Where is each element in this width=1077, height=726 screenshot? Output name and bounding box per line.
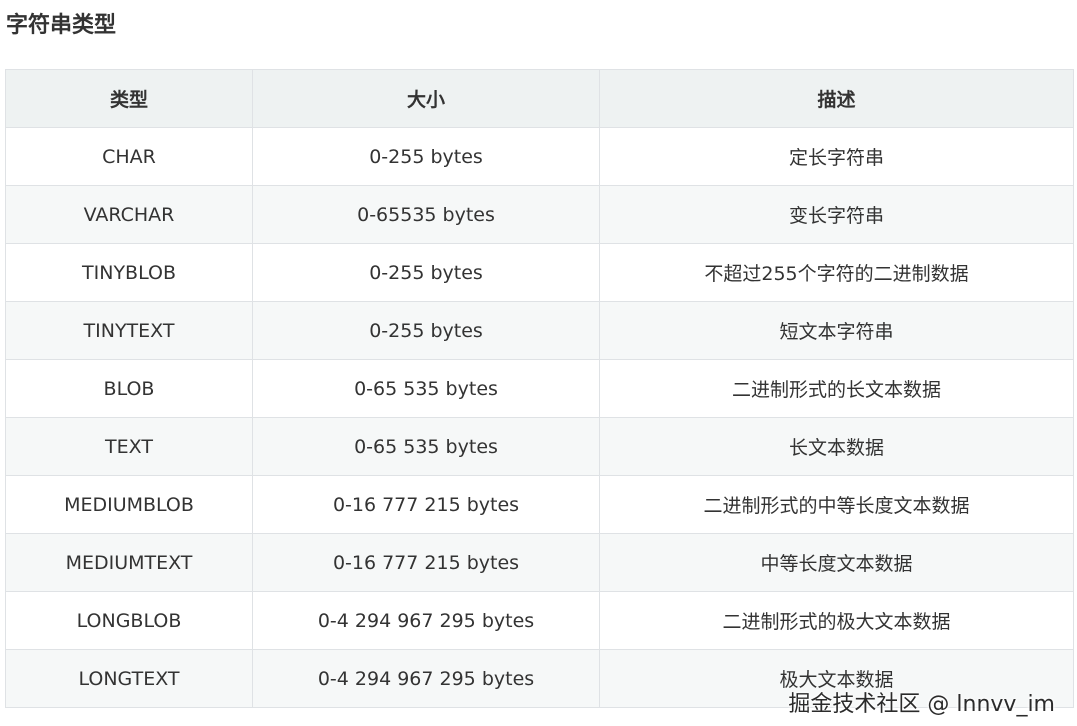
cell-type: MEDIUMTEXT xyxy=(5,533,253,592)
cell-type: TINYTEXT xyxy=(5,301,253,360)
section-title: 字符串类型 xyxy=(6,13,117,38)
cell-description: 变长字符串 xyxy=(599,185,1074,244)
cell-size: 0-255 bytes xyxy=(252,301,600,360)
cell-type: TINYBLOB xyxy=(5,243,253,302)
cell-type: BLOB xyxy=(5,359,253,418)
cell-size: 0-16 777 215 bytes xyxy=(252,533,600,592)
string-types-table: 类型 大小 描述 CHAR 0-255 bytes 定长字符串 VARCHAR … xyxy=(5,69,1074,708)
table-row: TINYBLOB 0-255 bytes 不超过255个字符的二进制数据 xyxy=(5,243,1074,302)
cell-size: 0-4 294 967 295 bytes xyxy=(252,649,600,708)
cell-type: LONGBLOB xyxy=(5,591,253,650)
cell-description: 长文本数据 xyxy=(599,417,1074,476)
cell-description: 不超过255个字符的二进制数据 xyxy=(599,243,1074,302)
cell-description: 极大文本数据 xyxy=(599,649,1074,708)
cell-size: 0-255 bytes xyxy=(252,243,600,302)
cell-size: 0-16 777 215 bytes xyxy=(252,475,600,534)
cell-size: 0-4 294 967 295 bytes xyxy=(252,591,600,650)
table-row: BLOB 0-65 535 bytes 二进制形式的长文本数据 xyxy=(5,359,1074,418)
header-description: 描述 xyxy=(599,69,1074,128)
header-type: 类型 xyxy=(5,69,253,128)
table-header-row: 类型 大小 描述 xyxy=(5,69,1074,128)
cell-description: 中等长度文本数据 xyxy=(599,533,1074,592)
cell-size: 0-255 bytes xyxy=(252,127,600,186)
cell-type: LONGTEXT xyxy=(5,649,253,708)
cell-description: 短文本字符串 xyxy=(599,301,1074,360)
cell-description: 定长字符串 xyxy=(599,127,1074,186)
table-row: TEXT 0-65 535 bytes 长文本数据 xyxy=(5,417,1074,476)
table-row: TINYTEXT 0-255 bytes 短文本字符串 xyxy=(5,301,1074,360)
cell-description: 二进制形式的中等长度文本数据 xyxy=(599,475,1074,534)
cell-size: 0-65535 bytes xyxy=(252,185,600,244)
cell-type: TEXT xyxy=(5,417,253,476)
table-row: MEDIUMTEXT 0-16 777 215 bytes 中等长度文本数据 xyxy=(5,533,1074,592)
cell-type: CHAR xyxy=(5,127,253,186)
cell-size: 0-65 535 bytes xyxy=(252,359,600,418)
table-row: LONGTEXT 0-4 294 967 295 bytes 极大文本数据 xyxy=(5,649,1074,708)
cell-type: MEDIUMBLOB xyxy=(5,475,253,534)
cell-type: VARCHAR xyxy=(5,185,253,244)
table-row: CHAR 0-255 bytes 定长字符串 xyxy=(5,127,1074,186)
cell-description: 二进制形式的长文本数据 xyxy=(599,359,1074,418)
document-page: 字符串类型 类型 大小 描述 CHAR 0-255 bytes 定长字符串 VA… xyxy=(0,0,1077,726)
header-size: 大小 xyxy=(252,69,600,128)
cell-size: 0-65 535 bytes xyxy=(252,417,600,476)
table-row: MEDIUMBLOB 0-16 777 215 bytes 二进制形式的中等长度… xyxy=(5,475,1074,534)
cell-description: 二进制形式的极大文本数据 xyxy=(599,591,1074,650)
table-row: VARCHAR 0-65535 bytes 变长字符串 xyxy=(5,185,1074,244)
table-row: LONGBLOB 0-4 294 967 295 bytes 二进制形式的极大文… xyxy=(5,591,1074,650)
